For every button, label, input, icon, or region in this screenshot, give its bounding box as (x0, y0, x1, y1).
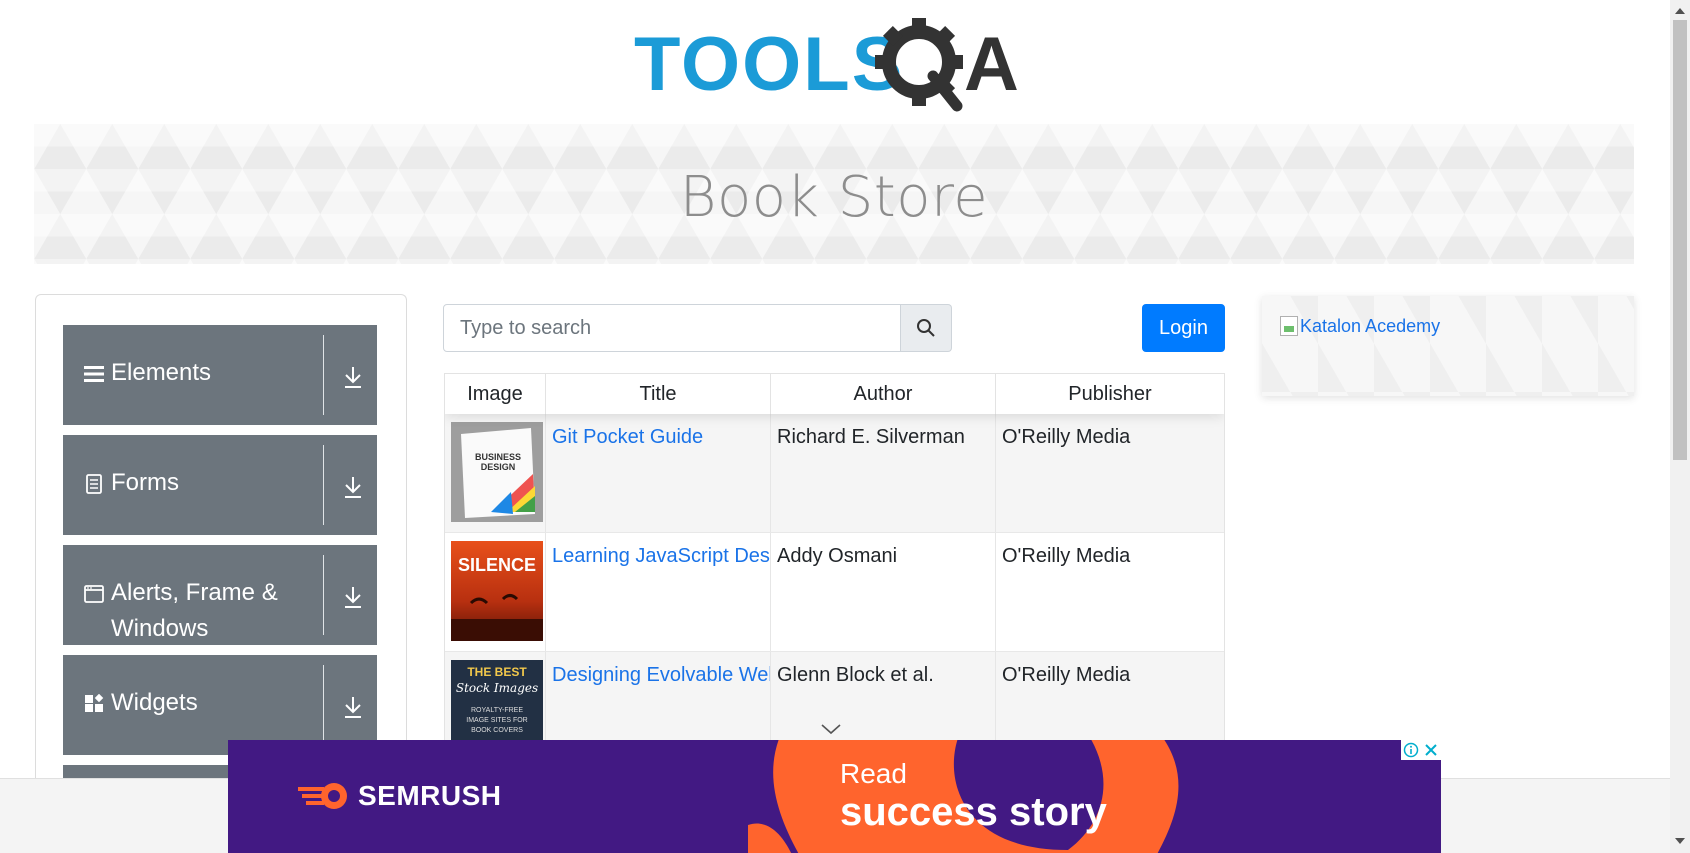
scroll-down-arrow-icon[interactable] (1674, 836, 1686, 846)
book-cover-cell: THE BEST Stock Images ROYALTY-FREE IMAGE… (445, 652, 546, 740)
silence-cover: SILENCE (451, 541, 543, 641)
broken-image[interactable]: Katalon Acedemy (1280, 316, 1440, 337)
download-arrow-icon[interactable] (342, 695, 364, 719)
divider (323, 445, 324, 525)
table-header: Image Title Author Publisher (445, 374, 1224, 414)
scroll-up-arrow-icon[interactable] (1674, 6, 1686, 16)
svg-text:SILENCE: SILENCE (458, 555, 536, 575)
book-author-cell: Richard E. Silverman (771, 414, 996, 532)
katalon-ad[interactable]: Katalon Acedemy (1262, 296, 1634, 396)
book-title-cell: Designing Evolvable Web APIs with ASP.NE… (546, 652, 771, 740)
book-title-cell: Learning JavaScript Design Patterns (546, 533, 771, 651)
sidebar-group-label: Forms (111, 469, 179, 496)
ad-banner[interactable]: SEMRUSH Read success story (228, 740, 1441, 853)
book-author-cell: Addy Osmani (771, 533, 996, 651)
business-design-cover: BUSINESS DESIGN (451, 422, 543, 522)
ad-line-1: Read (840, 758, 907, 789)
download-arrow-icon[interactable] (342, 585, 364, 609)
sidebar-group-label: Elements (111, 359, 212, 386)
sidebar: Elements Forms Alerts, Frame & Windows W… (35, 294, 407, 814)
login-button[interactable]: Login (1142, 304, 1225, 352)
svg-text:THE BEST: THE BEST (467, 665, 527, 679)
column-header-image[interactable]: Image (445, 374, 546, 414)
logo-text-tools: TOOLS (634, 22, 904, 107)
svg-text:BUSINESS: BUSINESS (475, 452, 521, 462)
book-title-link[interactable]: Learning JavaScript Design Patterns (552, 545, 770, 567)
book-cover-cell: SILENCE (445, 533, 546, 651)
page-scrollbar[interactable] (1670, 0, 1690, 853)
window-icon (83, 583, 105, 605)
book-title-link[interactable]: Designing Evolvable Web APIs with ASP.NE… (552, 664, 770, 686)
column-header-publisher[interactable]: Publisher (996, 374, 1224, 414)
books-table: Image Title Author Publisher BUSINESS DE… (444, 373, 1225, 741)
divider (323, 555, 324, 635)
sidebar-group-alerts-frame-windows[interactable]: Alerts, Frame & Windows (63, 545, 377, 645)
page-banner: Book Store (34, 124, 1634, 264)
sidebar-group-elements[interactable]: Elements (63, 325, 377, 425)
semrush-logo: SEMRUSH (298, 780, 502, 812)
table-row: SILENCE Learning JavaScript Design Patte… (445, 533, 1224, 652)
semrush-flame-icon (298, 783, 347, 809)
book-author-cell: Glenn Block et al. (771, 652, 996, 740)
search-box (443, 304, 952, 352)
search-input[interactable] (443, 304, 901, 352)
ad-brand: SEMRUSH (358, 780, 502, 811)
page-title: Book Store (679, 164, 989, 230)
book-publisher-cell: O'Reilly Media (1002, 545, 1131, 567)
book-publisher-cell: O'Reilly Media (1002, 426, 1131, 448)
divider (323, 335, 324, 415)
widgets-icon (83, 693, 105, 715)
ad-line-2: success story (840, 790, 1107, 834)
ad-alt-text: Katalon Acedemy (1300, 316, 1441, 336)
ad-controls (1401, 740, 1441, 760)
svg-text:DESIGN: DESIGN (481, 462, 516, 472)
close-icon[interactable] (1421, 740, 1441, 760)
sidebar-group-label: Widgets (111, 689, 198, 716)
column-header-author[interactable]: Author (771, 374, 996, 414)
scrollbar-thumb[interactable] (1673, 20, 1687, 460)
download-arrow-icon[interactable] (342, 475, 364, 499)
info-icon[interactable] (1401, 740, 1421, 760)
download-arrow-icon[interactable] (342, 365, 364, 389)
book-publisher-cell: O'Reilly Media (1002, 664, 1131, 686)
divider (323, 665, 324, 745)
svg-text:ROYALTY-FREE: ROYALTY-FREE (471, 707, 523, 714)
svg-text:Stock Images: Stock Images (456, 681, 538, 695)
logo-text-a: A (964, 22, 1019, 107)
search-button[interactable] (901, 304, 952, 352)
svg-text:IMAGE SITES FOR: IMAGE SITES FOR (466, 717, 527, 724)
document-icon (83, 473, 105, 495)
table-row: BUSINESS DESIGN Git Pocket Guide Richard… (445, 414, 1224, 533)
book-title-link[interactable]: Git Pocket Guide (552, 426, 703, 448)
broken-image-icon (1280, 316, 1298, 336)
chevron-down-icon[interactable] (820, 722, 842, 736)
best-stock-images-cover: THE BEST Stock Images ROYALTY-FREE IMAGE… (451, 660, 543, 740)
book-title-cell: Git Pocket Guide (546, 414, 771, 532)
sidebar-group-forms[interactable]: Forms (63, 435, 377, 535)
column-header-title[interactable]: Title (546, 374, 771, 414)
book-cover-cell: BUSINESS DESIGN (445, 414, 546, 532)
sidebar-group-label: Alerts, Frame & Windows (111, 579, 278, 642)
search-icon (917, 319, 935, 337)
hamburger-icon (83, 363, 105, 385)
svg-text:BOOK COVERS: BOOK COVERS (471, 727, 523, 734)
toolsqa-logo[interactable]: TOOLS A (634, 18, 1038, 114)
